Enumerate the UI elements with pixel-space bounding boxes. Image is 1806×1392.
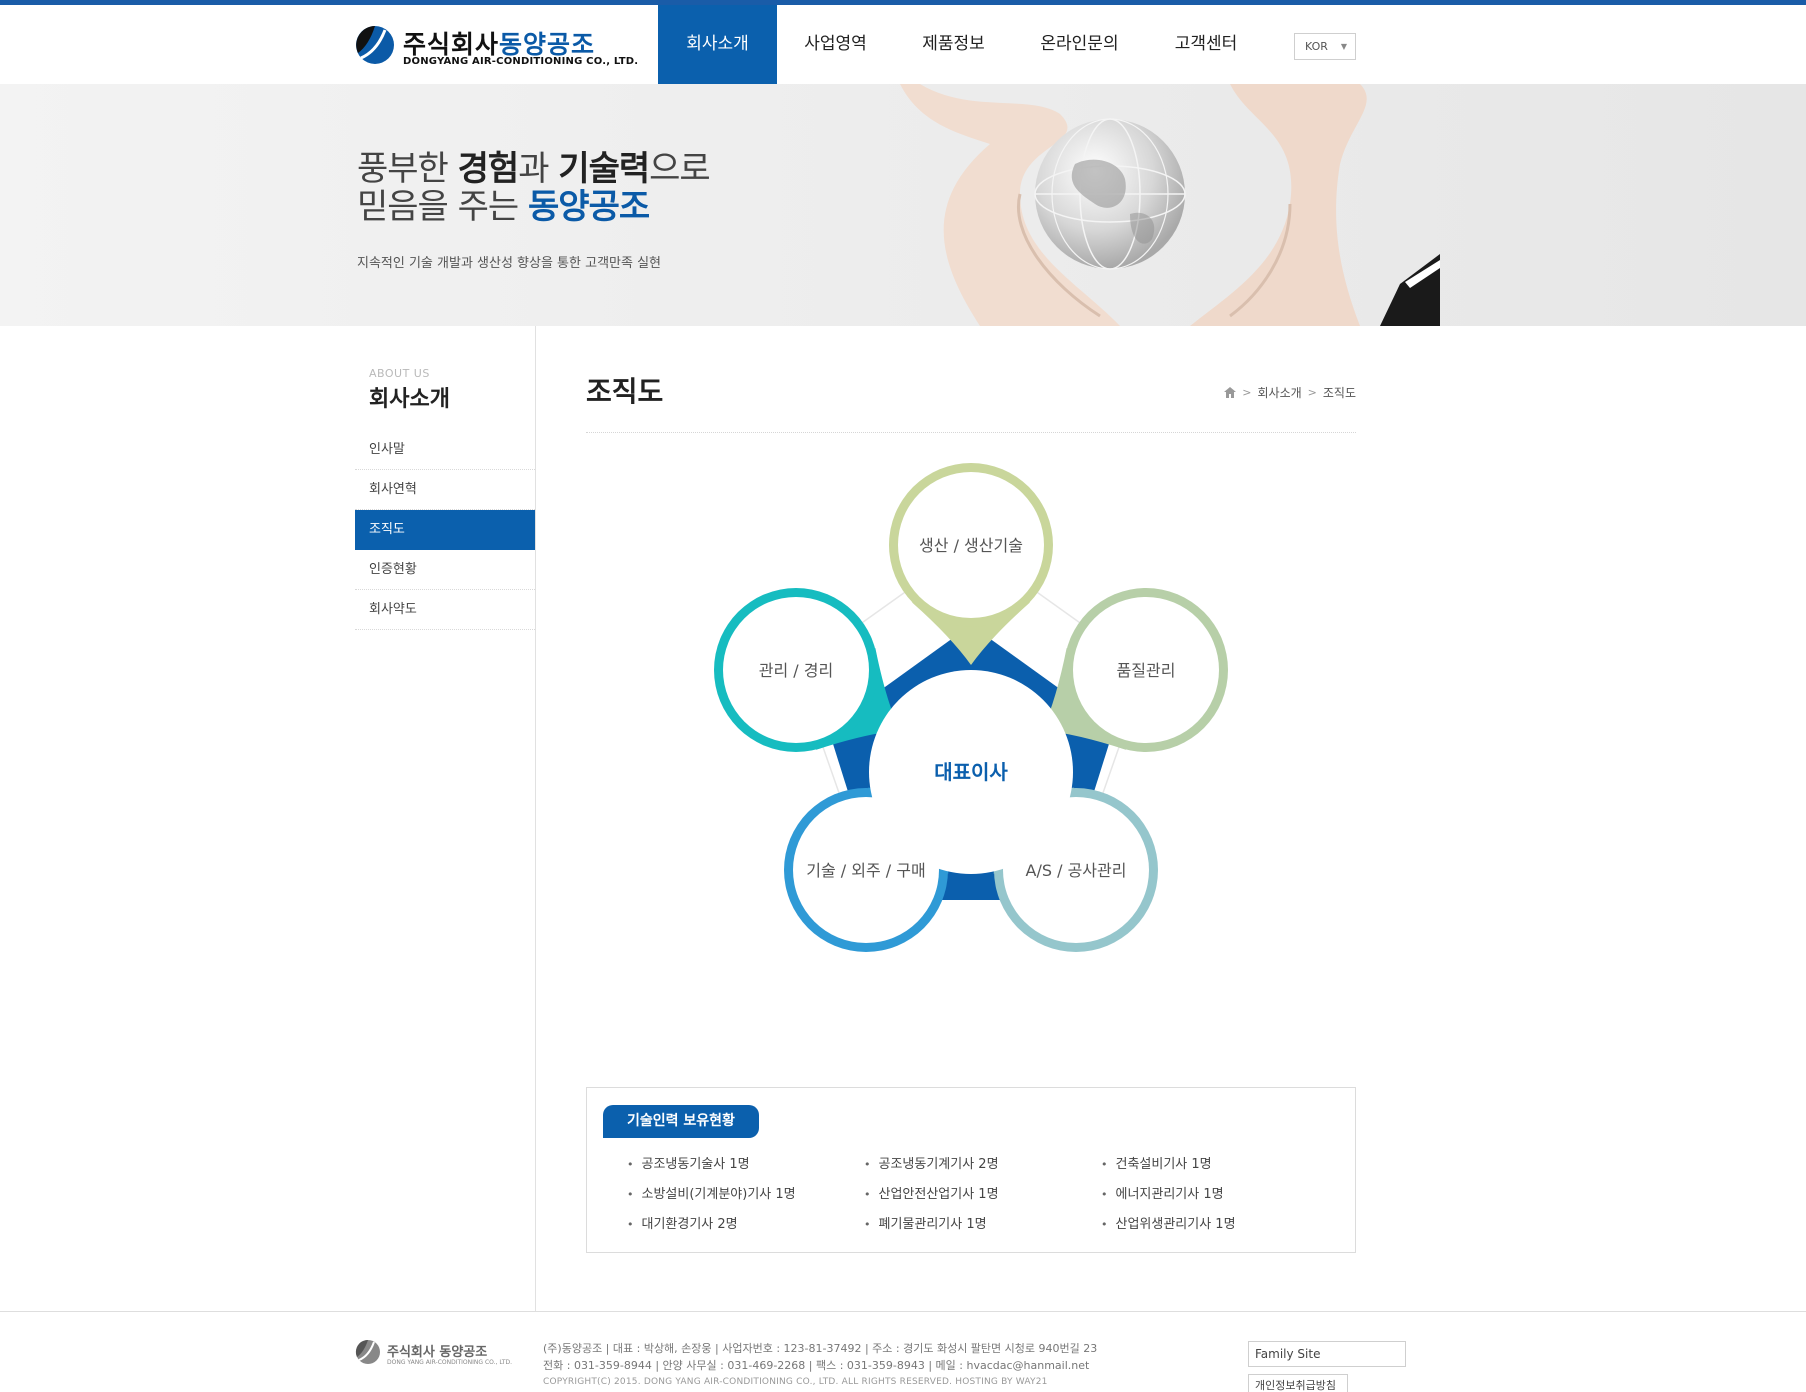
breadcrumb: > 회사소개 > 조직도	[1220, 384, 1356, 401]
hero-banner: 풍부한 경험과 기술력으로 믿음을 주는 동양공조 지속적인 기술 개발과 생산…	[0, 84, 1806, 326]
logo-english-name: DONGYANG AIR-CONDITIONING CO., LTD.	[403, 56, 639, 67]
hero-headline-line2: 믿음을 주는 동양공조	[357, 187, 650, 227]
list-item: 공조냉동기술사 1명	[627, 1150, 864, 1180]
tech-staff-list: 공조냉동기술사 1명 공조냉동기계기사 2명 건축설비기사 1명 소방설비(기계…	[627, 1150, 1347, 1240]
chevron-right-icon: >	[1307, 386, 1317, 399]
list-item: 산업위생관리기사 1명	[1101, 1210, 1338, 1240]
language-value: KOR	[1305, 40, 1328, 53]
privacy-policy-button[interactable]: 개인정보취급방침	[1248, 1374, 1348, 1392]
list-item: 소방설비(기계분야)기사 1명	[627, 1180, 864, 1210]
sidebar-menu: 인사말 회사연혁 조직도 인증현황 회사약도	[355, 430, 535, 630]
node-quality: 품질관리	[1064, 588, 1228, 752]
footer-copyright: COPYRIGHT(C) 2015. DONG YANG AIR-CONDITI…	[543, 1377, 1048, 1387]
footer-logo-english-name: DONG YANG AIR-CONDITIONING CO., LTD.	[387, 1359, 513, 1366]
tech-staff-title: 기술인력 보유현황	[603, 1105, 759, 1138]
site-footer: 주식회사 동양공조 DONG YANG AIR-CONDITIONING CO.…	[0, 1311, 1806, 1392]
sidebar-title: 회사소개	[369, 387, 450, 412]
footer-company-info: (주)동양공조 | 대표 : 박상해, 손장웅 | 사업자번호 : 123-81…	[543, 1340, 1097, 1391]
node-production-label: 생산 / 생산기술	[919, 536, 1023, 555]
logo-mark-icon	[356, 26, 394, 64]
title-divider	[586, 432, 1356, 433]
hero-subtitle: 지속적인 기술 개발과 생산성 향상을 통한 고객만족 실현	[357, 256, 662, 271]
node-admin-accounting: 관리 / 경리	[714, 588, 878, 752]
main-navigation: 회사소개 사업영역 제품정보 온라인문의 고객센터	[658, 5, 1266, 84]
chevron-down-icon: ▼	[1340, 42, 1347, 51]
language-select[interactable]: KOR ▼	[1294, 33, 1356, 60]
sidebar-item-location[interactable]: 회사약도	[355, 590, 535, 630]
list-item: 건축설비기사 1명	[1101, 1150, 1338, 1180]
list-item: 공조냉동기계기사 2명	[864, 1150, 1101, 1180]
sidebar-item-certification[interactable]: 인증현황	[355, 550, 535, 590]
footer-info-line1: (주)동양공조 | 대표 : 박상해, 손장웅 | 사업자번호 : 123-81…	[543, 1342, 1098, 1355]
footer-logo-korean-name: 주식회사 동양공조	[387, 1345, 488, 1360]
tech-staff-panel: 기술인력 보유현황 공조냉동기술사 1명 공조냉동기계기사 2명 건축설비기사 …	[586, 1087, 1356, 1253]
list-row: 공조냉동기술사 1명 공조냉동기계기사 2명 건축설비기사 1명	[627, 1150, 1347, 1180]
sidebar-english-label: ABOUT US	[369, 367, 430, 380]
list-item: 폐기물관리기사 1명	[864, 1210, 1101, 1240]
breadcrumb-item[interactable]: 회사소개	[1257, 384, 1301, 401]
site-header: 주식회사동양공조 DONGYANG AIR-CONDITIONING CO., …	[0, 5, 1806, 84]
footer-info-line2: 전화 : 031-359-8944 | 안양 사무실 : 031-469-226…	[543, 1359, 1090, 1372]
family-site-select[interactable]: Family Site	[1248, 1341, 1406, 1367]
breadcrumb-current: 조직도	[1322, 386, 1356, 400]
site-logo[interactable]: 주식회사동양공조 DONGYANG AIR-CONDITIONING CO., …	[355, 23, 638, 73]
list-item: 산업안전산업기사 1명	[864, 1180, 1101, 1210]
home-icon[interactable]	[1224, 387, 1237, 398]
footer-logo: 주식회사 동양공조 DONG YANG AIR-CONDITIONING CO.…	[355, 1339, 515, 1373]
chevron-right-icon: >	[1242, 386, 1252, 399]
sidebar-item-greeting[interactable]: 인사말	[355, 430, 535, 470]
nav-item-products[interactable]: 제품정보	[894, 5, 1013, 84]
nav-item-business[interactable]: 사업영역	[777, 5, 894, 84]
node-production: 생산 / 생산기술	[889, 463, 1053, 627]
page-title: 조직도	[586, 375, 664, 408]
hands-globe-illustration	[900, 84, 1440, 326]
list-row: 대기환경기사 2명 폐기물관리기사 1명 산업위생관리기사 1명	[627, 1210, 1347, 1240]
list-item: 에너지관리기사 1명	[1101, 1180, 1338, 1210]
nav-item-online-inquiry[interactable]: 온라인문의	[1013, 5, 1146, 84]
node-quality-label: 품질관리	[1117, 661, 1176, 680]
node-as-construction-label: A/S / 공사관리	[1026, 861, 1127, 880]
node-admin-accounting-label: 관리 / 경리	[759, 661, 833, 680]
sidebar-item-history[interactable]: 회사연혁	[355, 470, 535, 510]
footer-logo-mark-icon	[355, 1339, 380, 1364]
center-label: 대표이사	[934, 760, 1008, 784]
sidebar-item-organization[interactable]: 조직도	[355, 510, 535, 550]
nav-item-customer-center[interactable]: 고객센터	[1146, 5, 1266, 84]
hero-headline-line1: 풍부한 경험과 기술력으로	[357, 149, 711, 189]
node-tech-outsource-purchase-label: 기술 / 외주 / 구매	[806, 861, 925, 880]
sidebar-divider	[535, 326, 536, 1311]
list-row: 소방설비(기계분야)기사 1명 산업안전산업기사 1명 에너지관리기사 1명	[627, 1180, 1347, 1210]
nav-item-about[interactable]: 회사소개	[658, 5, 777, 84]
organization-chart: 생산 / 생산기술품질관리 A/S / 공사관리 기술 / 외주 / 구매 관리 / …	[586, 445, 1356, 1065]
list-item: 대기환경기사 2명	[627, 1210, 864, 1240]
